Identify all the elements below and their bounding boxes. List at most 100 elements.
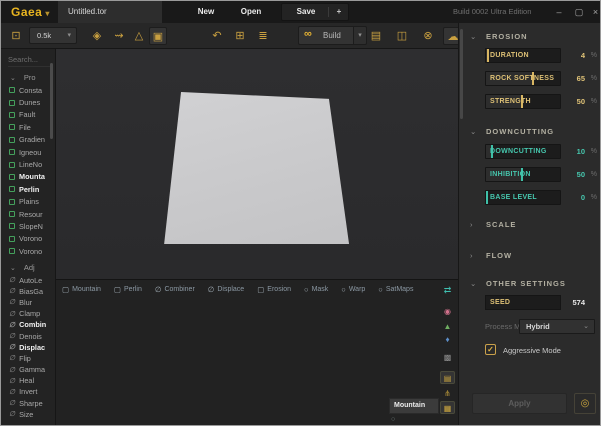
resolution-dropdown[interactable]: 0.5k ▾	[29, 27, 77, 44]
graph-node-tabs: ▢ Mountain ▢ Perlin ∅ Combiner ∅ Displac…	[62, 283, 413, 295]
build-button[interactable]: ∞ Build	[298, 26, 354, 45]
list-item[interactable]: ∅ Size	[1, 409, 56, 420]
seed-value[interactable]: 574	[563, 295, 585, 310]
downcutting-value[interactable]: 10	[563, 144, 585, 159]
node-type-icon: ▢	[114, 285, 121, 294]
add-tab-button[interactable]: +	[330, 4, 348, 20]
camera-icon[interactable]: ▣	[149, 27, 167, 45]
duration-slider[interactable]: DURATION	[485, 48, 561, 63]
list-item[interactable]: Perlin	[1, 183, 56, 195]
list-item[interactable]: ∅ Heal	[1, 375, 56, 386]
strength-slider[interactable]: STRENGTH	[485, 94, 561, 109]
build-options-dropdown[interactable]: ▾	[354, 26, 367, 45]
clear-icon[interactable]: ⊗	[419, 27, 437, 45]
list-item[interactable]: ∅ Gamma	[1, 364, 56, 375]
graph-node-chip[interactable]: ▢ Erosion	[257, 285, 291, 294]
app-menu-button[interactable]: Gaea▾	[11, 5, 50, 19]
pin-icon[interactable]: ◉	[440, 305, 455, 318]
graph-node-chip[interactable]: ○ Warp	[341, 285, 365, 294]
gizmo-icon[interactable]: ◈	[89, 27, 105, 45]
document-tab[interactable]: Untitled.tor	[58, 1, 162, 23]
auto-apply-pin-button[interactable]: ◎	[574, 393, 596, 414]
group-header-pro[interactable]: ⌄ Pro	[1, 71, 56, 84]
grid-icon[interactable]: ▦	[440, 401, 455, 414]
graph-node-chip[interactable]: ○ Mask	[304, 285, 328, 294]
wind-erosion-icon[interactable]: ⇝	[111, 27, 127, 45]
list-item[interactable]: ∅ Blur	[1, 297, 56, 308]
image-icon[interactable]: ▤	[440, 371, 455, 384]
graph-node-chip[interactable]: ▢ Perlin	[114, 285, 142, 294]
base-level-value[interactable]: 0	[563, 190, 585, 205]
node-library-sidebar: Search... ⌄ Pro Consta Dunes	[1, 49, 56, 426]
section-header-downcutting[interactable]: ⌄ DOWNCUTTING	[459, 127, 601, 139]
section-header-other-settings[interactable]: ⌄ OTHER SETTINGS	[459, 279, 601, 291]
layers-icon[interactable]: ▤	[367, 27, 385, 45]
open-button[interactable]: Open	[235, 1, 267, 23]
list-item[interactable]: Consta	[1, 84, 56, 96]
droplet-icon[interactable]: ♦	[440, 333, 455, 346]
extent-icon[interactable]: ⊞	[232, 27, 248, 45]
close-button[interactable]: ×	[589, 1, 601, 23]
seed-field[interactable]: SEED	[485, 295, 561, 310]
base-level-slider[interactable]: BASE LEVEL	[485, 190, 561, 205]
list-item[interactable]: ∅ BiasGa	[1, 286, 56, 297]
list-item[interactable]: ∅ Clamp	[1, 308, 56, 319]
list-item[interactable]: Vorono	[1, 233, 56, 245]
section-header-scale[interactable]: › SCALE	[459, 220, 601, 232]
graph-node-chip[interactable]: ○ SatMaps	[378, 285, 413, 294]
graph-node-chip[interactable]: ∅ Combiner	[155, 285, 195, 294]
terrain-icon[interactable]: ▲	[440, 320, 455, 333]
list-item[interactable]: Igneou	[1, 146, 56, 158]
list-item[interactable]: ∅ Invert	[1, 386, 56, 397]
node-label: File	[19, 123, 31, 132]
list-item[interactable]: Resour	[1, 208, 56, 220]
search-input[interactable]: Search...	[8, 55, 50, 67]
rock-softness-value[interactable]: 65	[563, 71, 585, 86]
inhibition-slider[interactable]: INHIBITION	[485, 167, 561, 182]
focus-icon[interactable]: ⊡	[7, 27, 25, 45]
list-item[interactable]: File	[1, 121, 56, 133]
list-item[interactable]: Plains	[1, 196, 56, 208]
strength-value[interactable]: 50	[563, 94, 585, 109]
apply-button[interactable]: Apply	[472, 393, 567, 414]
graph-node-chip[interactable]: ∅ Displace	[208, 285, 244, 294]
nodes-tree-icon[interactable]: ⋔	[440, 387, 455, 400]
downcutting-slider[interactable]: DOWNCUTTING	[485, 144, 561, 159]
list-item[interactable]: Gradien	[1, 134, 56, 146]
list-item[interactable]: Mounta	[1, 171, 56, 183]
list-item[interactable]: ∅ Displac	[1, 342, 56, 353]
viewport-3d[interactable]	[56, 49, 458, 279]
inhibition-value[interactable]: 50	[563, 167, 585, 182]
list-item[interactable]: SlopeN	[1, 220, 56, 232]
process-mode-dropdown[interactable]: Hybrid ⌄	[519, 319, 595, 334]
graph-node-chip[interactable]: ▢ Mountain	[62, 285, 101, 294]
duration-value[interactable]: 4	[563, 48, 585, 63]
list-item[interactable]: ∅ Denois	[1, 330, 56, 341]
new-button[interactable]: New	[191, 1, 221, 23]
list-item[interactable]: Fault	[1, 109, 56, 121]
box-3d-icon[interactable]: ◫	[393, 27, 411, 45]
maximize-button[interactable]: ▢	[570, 1, 588, 23]
section-header-erosion[interactable]: ⌄ EROSION	[459, 32, 601, 44]
undo-icon[interactable]: ↶	[209, 27, 225, 45]
list-item[interactable]: ∅ Combin	[1, 319, 56, 330]
pyramid-icon[interactable]: △	[131, 27, 147, 45]
aggressive-mode-checkbox[interactable]: ✓	[485, 344, 496, 355]
filters-icon[interactable]: ≣	[255, 27, 271, 45]
node-graph-panel[interactable]: ▢ Mountain ▢ Perlin ∅ Combiner ∅ Displac…	[56, 279, 458, 426]
list-item[interactable]: Dunes	[1, 96, 56, 108]
list-item[interactable]: LineNo	[1, 158, 56, 170]
group-header-adj[interactable]: ⌄ Adj	[1, 261, 56, 274]
preview-mode-dot[interactable]: ○	[391, 416, 395, 423]
save-button[interactable]: Save	[288, 4, 324, 20]
rock-softness-slider[interactable]: ROCK SOFTNESS	[485, 71, 561, 86]
swap-icon[interactable]: ⇄	[440, 284, 455, 297]
list-item[interactable]: ∅ Flip	[1, 353, 56, 364]
list-item[interactable]: Vorono	[1, 245, 56, 257]
copy-icon[interactable]: ▩	[440, 351, 455, 364]
active-node-preview[interactable]: Mountain	[389, 398, 439, 414]
minimize-button[interactable]: –	[550, 1, 568, 23]
list-item[interactable]: ∅ Sharpe	[1, 398, 56, 409]
list-item[interactable]: ∅ AutoLe	[1, 274, 56, 285]
section-header-flow[interactable]: › FLOW	[459, 251, 601, 263]
